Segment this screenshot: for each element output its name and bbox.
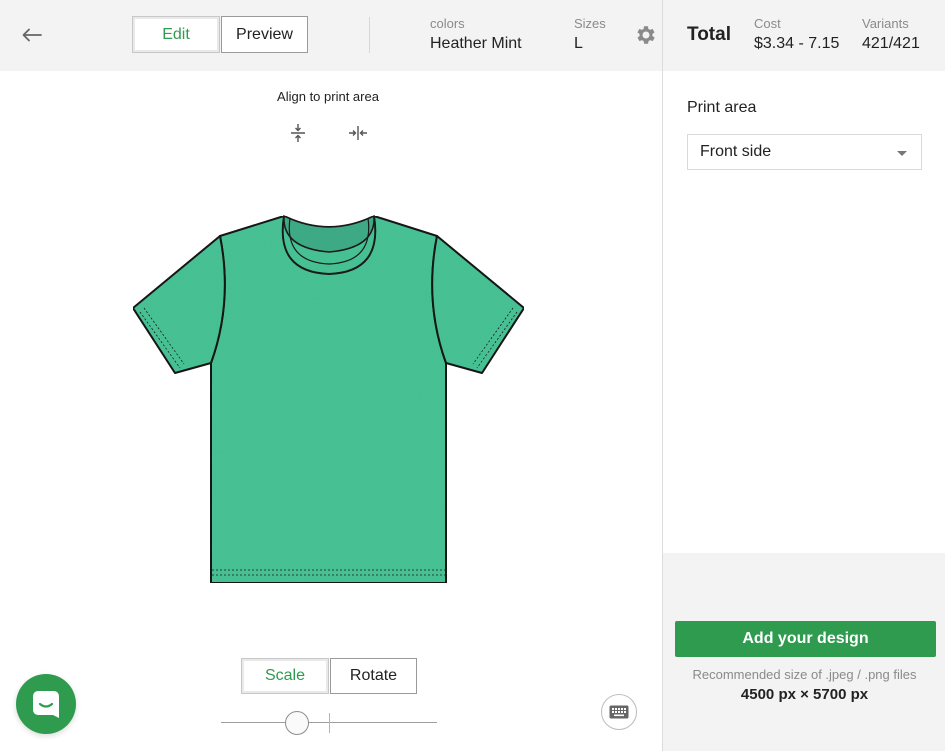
print-area-select[interactable]: Front side: [687, 134, 922, 170]
add-design-button[interactable]: Add your design: [675, 621, 936, 657]
total-label: Total: [687, 24, 731, 45]
sizes-value: L: [574, 35, 583, 52]
sizes-selector[interactable]: Sizes L: [574, 16, 606, 53]
tab-edit[interactable]: Edit: [132, 16, 220, 53]
transform-tabs: Scale Rotate: [241, 658, 417, 694]
right-panel: Total Cost $3.34 - 7.15 Variants 421/421…: [662, 0, 945, 751]
top-bar: Edit Preview colors Heather Mint Sizes L: [0, 0, 662, 71]
design-editor: Edit Preview colors Heather Mint Sizes L…: [0, 0, 945, 751]
recommended-dimensions: 4500 px × 5700 px: [740, 686, 869, 703]
chat-icon: [33, 691, 59, 718]
settings-button[interactable]: [634, 23, 658, 47]
colors-selector[interactable]: colors Heather Mint: [430, 16, 522, 53]
scale-slider[interactable]: [221, 710, 437, 736]
align-horizontal-center-button[interactable]: [346, 121, 370, 145]
keyboard-icon: [609, 705, 629, 719]
slider-handle[interactable]: [284, 711, 309, 735]
tab-preview[interactable]: Preview: [221, 16, 308, 53]
tab-rotate[interactable]: Rotate: [330, 658, 417, 694]
view-mode-tabs: Edit Preview: [132, 16, 308, 53]
print-area-title: Print area: [687, 99, 757, 116]
arrow-left-icon: [22, 28, 42, 42]
back-button[interactable]: [18, 22, 46, 48]
summary-bar: Total Cost $3.34 - 7.15 Variants 421/421: [663, 0, 945, 71]
print-area-selected: Front side: [700, 143, 772, 160]
cost-label: Cost: [754, 16, 781, 31]
colors-value: Heather Mint: [430, 35, 522, 52]
gear-icon: [637, 26, 655, 44]
tshirt-mockup[interactable]: [130, 212, 528, 587]
sizes-label: Sizes: [574, 16, 606, 31]
slider-center-mark: [329, 713, 330, 733]
divider: [369, 17, 370, 53]
align-vertical-center-button[interactable]: [286, 121, 310, 145]
variants-info: Variants 421/421: [862, 16, 920, 53]
align-horizontal-center-icon: [349, 126, 367, 140]
align-vertical-center-icon: [291, 124, 305, 142]
align-label: Align to print area: [277, 89, 379, 104]
cost-info: Cost $3.34 - 7.15: [754, 16, 839, 53]
colors-label: colors: [430, 16, 465, 31]
tab-scale[interactable]: Scale: [241, 658, 329, 694]
recommended-text: Recommended size of .jpeg / .png files: [692, 667, 917, 682]
variants-label: Variants: [862, 16, 909, 31]
chat-launcher-button[interactable]: [16, 674, 76, 734]
chevron-down-icon: [897, 151, 907, 156]
keyboard-shortcuts-button[interactable]: [601, 694, 637, 730]
variants-value: 421/421: [862, 35, 920, 52]
cost-value: $3.34 - 7.15: [754, 35, 840, 52]
